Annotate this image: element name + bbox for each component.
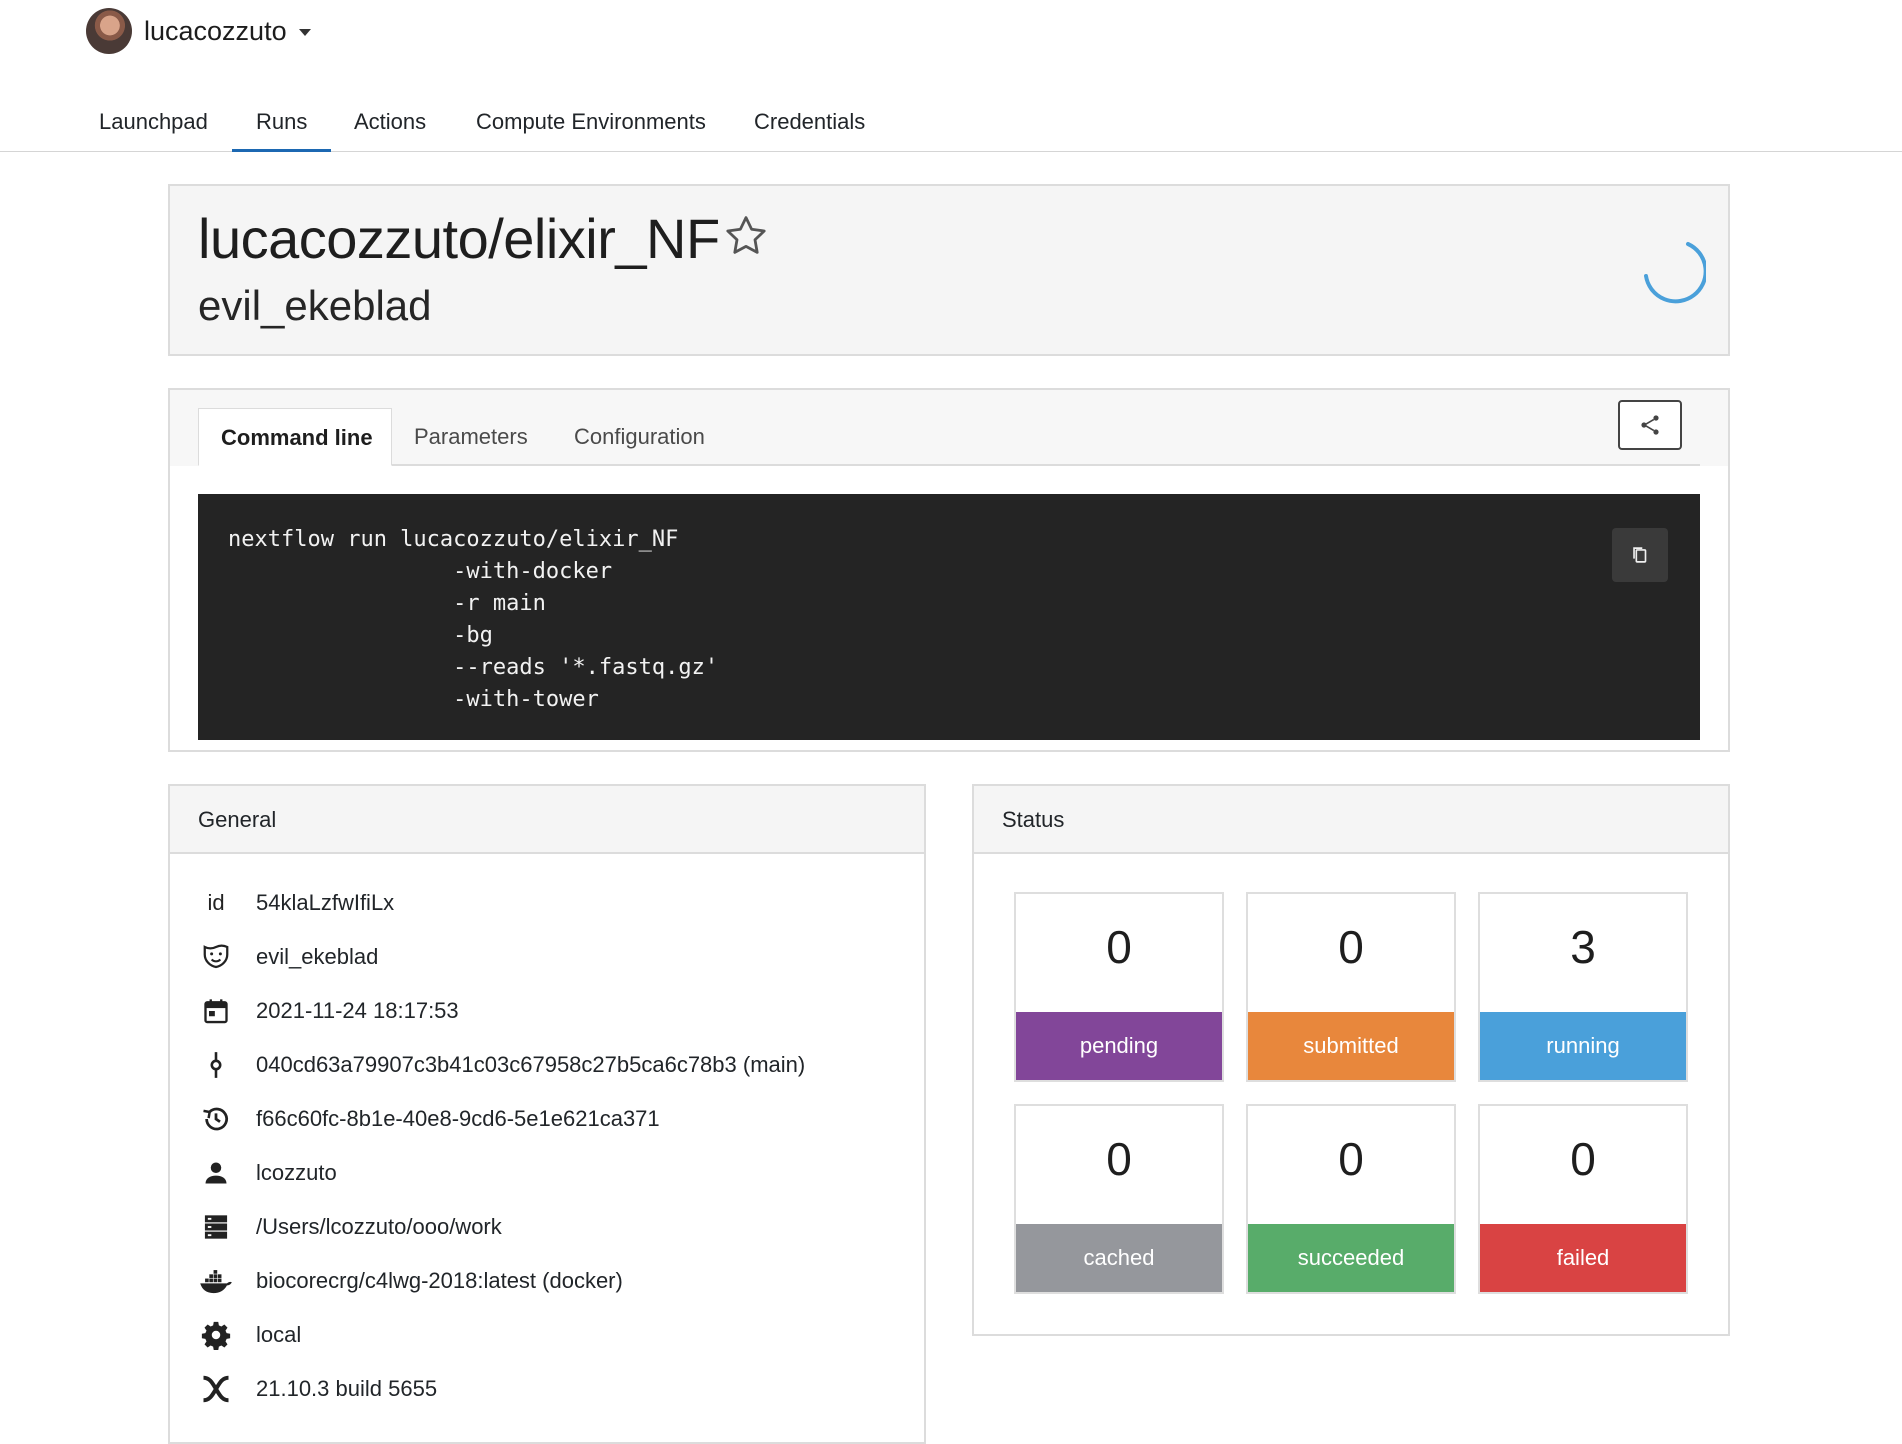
command-card: Command line Parameters Configuration ne… (168, 388, 1730, 752)
succeeded-label: succeeded (1248, 1224, 1454, 1292)
cached-label: cached (1016, 1224, 1222, 1292)
cached-count: 0 (1106, 1133, 1132, 1185)
failed-count: 0 (1570, 1133, 1596, 1185)
tab-parameters[interactable]: Parameters (414, 408, 528, 466)
server-icon (198, 1209, 234, 1245)
command-line-block: nextflow run lucacozzuto/elixir_NF -with… (198, 494, 1700, 740)
id-icon: id (198, 885, 234, 921)
pending-label: pending (1016, 1012, 1222, 1080)
user-icon (198, 1155, 234, 1191)
theater-masks-icon (198, 939, 234, 975)
status-submitted: 0 submitted (1246, 892, 1456, 1082)
running-count: 3 (1570, 921, 1596, 973)
commit-hash: 040cd63a79907c3b41c03c67958c27b5ca6c78b3… (256, 1052, 806, 1077)
calendar-icon (198, 993, 234, 1029)
launched-by: lcozzuto (256, 1160, 337, 1185)
container-image: biocorecrg/c4lwg-2018:latest (docker) (256, 1268, 623, 1293)
general-row-date: 2021-11-24 18:17:53 (198, 984, 805, 1038)
nav-launchpad[interactable]: Launchpad (75, 96, 232, 152)
nav-runs[interactable]: Runs (232, 96, 332, 152)
status-failed: 0 failed (1478, 1104, 1688, 1294)
status-pending: 0 pending (1014, 892, 1224, 1082)
run-header: lucacozzuto/elixir_NF evil_ekeblad (168, 184, 1730, 356)
succeeded-count: 0 (1338, 1133, 1364, 1185)
session-id: f66c60fc-8b1e-40e8-9cd6-5e1e621ca371 (256, 1106, 660, 1131)
nextflow-icon (198, 1371, 234, 1407)
general-row-container: biocorecrg/c4lwg-2018:latest (docker) (198, 1254, 805, 1308)
general-row-nextflow-version: 21.10.3 build 5655 (198, 1362, 805, 1416)
nextflow-version: 21.10.3 build 5655 (256, 1376, 438, 1401)
nav-actions[interactable]: Actions (330, 96, 450, 152)
docker-icon (198, 1263, 234, 1299)
user-menu[interactable]: lucacozzuto (86, 8, 311, 54)
pending-count: 0 (1106, 921, 1132, 973)
avatar (86, 8, 132, 54)
pipeline-title: lucacozzuto/elixir_NF (198, 207, 720, 270)
status-cached: 0 cached (1014, 1104, 1224, 1294)
commit-icon (198, 1047, 234, 1083)
general-row-commit: 040cd63a79907c3b41c03c67958c27b5ca6c78b3… (198, 1038, 805, 1092)
nav-credentials[interactable]: Credentials (730, 96, 889, 152)
status-succeeded: 0 succeeded (1246, 1104, 1456, 1294)
running-label: running (1480, 1012, 1686, 1080)
general-row-id: id 54klaLzfwIfiLx (198, 876, 805, 930)
submitted-count: 0 (1338, 921, 1364, 973)
tab-configuration[interactable]: Configuration (574, 408, 705, 466)
start-date: 2021-11-24 18:17:53 (256, 998, 459, 1023)
nav-compute-environments[interactable]: Compute Environments (452, 96, 730, 152)
caret-down-icon (298, 28, 311, 36)
status-title: Status (974, 786, 1728, 854)
id-label: id (207, 890, 225, 915)
general-card: General id 54klaLzfwIfiLx evil_ekeblad 2… (168, 784, 926, 1444)
executor: local (256, 1322, 302, 1347)
share-icon (1641, 415, 1659, 435)
run-name: evil_ekeblad (198, 282, 432, 329)
tabs-bar (170, 390, 1728, 466)
main-nav: Launchpad Runs Actions Compute Environme… (0, 96, 1902, 152)
general-row-user: lcozzuto (198, 1146, 805, 1200)
run-name-value: evil_ekeblad (256, 944, 379, 969)
general-row-workdir: /Users/lcozzuto/ooo/work (198, 1200, 805, 1254)
status-card: Status 0 pending 0 submitted 3 running 0… (972, 784, 1730, 1336)
general-row-run-name: evil_ekeblad (198, 930, 805, 984)
run-id: 54klaLzfwIfiLx (256, 890, 395, 915)
loading-spinner-icon (1644, 242, 1706, 304)
status-running: 3 running (1478, 892, 1688, 1082)
share-button[interactable] (1618, 400, 1682, 450)
gear-icon (198, 1317, 234, 1353)
history-icon (198, 1101, 234, 1137)
submitted-label: submitted (1248, 1012, 1454, 1080)
copy-button[interactable] (1612, 528, 1668, 582)
work-dir: /Users/lcozzuto/ooo/work (256, 1214, 502, 1239)
tab-command-line[interactable]: Command line (198, 408, 392, 466)
failed-label: failed (1480, 1224, 1686, 1292)
general-row-executor: local (198, 1308, 805, 1362)
copy-icon (1633, 547, 1647, 563)
general-row-session: f66c60fc-8b1e-40e8-9cd6-5e1e621ca371 (198, 1092, 805, 1146)
general-title: General (170, 786, 924, 854)
username: lucacozzuto (144, 15, 287, 46)
star-icon[interactable] (722, 212, 770, 260)
command-text[interactable]: nextflow run lucacozzuto/elixir_NF -with… (228, 524, 718, 716)
